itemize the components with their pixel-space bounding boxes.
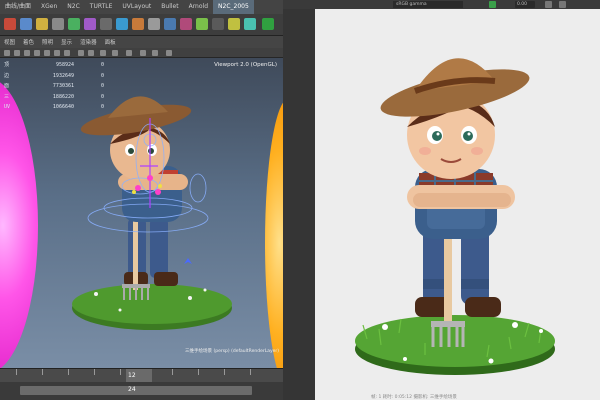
shadow-icon[interactable] [64,50,70,56]
app-window: 曲线/曲面 XGen N2C TURTLE UVLayout Bullet Ar… [0,0,600,400]
render-refresh-icon[interactable] [489,1,496,8]
shelf-tool-icon[interactable] [116,18,128,30]
resolution-gate-icon[interactable] [100,50,106,56]
3d-viewport[interactable]: 顶 958924 0 边 1932649 0 面 7730361 0 三 1886220 0 U… [0,58,283,368]
shelf-tool-icon[interactable] [164,18,176,30]
shelf-tab-uvlayout[interactable]: UVLayout [117,0,156,14]
menu-show[interactable]: 显示 [57,38,76,46]
xray-icon[interactable] [78,50,84,56]
menu-panels[interactable]: 面板 [101,38,120,46]
motion-blur-icon[interactable] [166,50,172,56]
shelf-tab-curves[interactable]: 曲线/曲面 [0,0,36,14]
camera-name-label: 三维手绘场景 (persp) (defaultRenderLayer) [185,349,279,354]
shelf-tool-icon[interactable] [196,18,208,30]
shelf-tab-bar: 曲线/曲面 XGen N2C TURTLE UVLayout Bullet Ar… [0,0,283,14]
shelf-tool-icon[interactable] [20,18,32,30]
shelf-tab-n2c[interactable]: N2C [62,0,85,14]
shelf-tool-icon[interactable] [180,18,192,30]
shelf-tool-icon[interactable] [4,18,16,30]
wireframe-icon[interactable] [24,50,30,56]
current-frame-marker[interactable]: 12 [126,369,152,383]
range-end-value: 24 [128,386,136,393]
shelf-tab-xgen[interactable]: XGen [36,0,62,14]
light-icon[interactable] [54,50,60,56]
shelf-tab-n2c-2005[interactable]: N2C_2005 [213,0,254,14]
shelf-tool-icon[interactable] [100,18,112,30]
shelf-tab-arnold[interactable]: Arnold [184,0,213,14]
rendered-farmer-boy [355,58,555,375]
maya-panel: 曲线/曲面 XGen N2C TURTLE UVLayout Bullet Ar… [0,0,283,400]
film-gate-icon[interactable] [112,50,118,56]
range-bar[interactable] [20,386,252,395]
shelf-tool-icon[interactable] [148,18,160,30]
shelf-tab-bullet[interactable]: Bullet [156,0,183,14]
aa-icon[interactable] [140,50,146,56]
isolate-icon[interactable] [88,50,94,56]
shelf-tool-icon[interactable] [84,18,96,30]
shelf-tool-icon[interactable] [228,18,240,30]
time-slider[interactable]: 12 [0,368,283,383]
ao-icon[interactable] [152,50,158,56]
rigged-farmer-character[interactable] [0,58,283,368]
hud-icon[interactable] [126,50,132,56]
viewport-toolbar [0,48,283,58]
shelf-tool-icon[interactable] [52,18,64,30]
snapshot-icon[interactable] [545,1,552,8]
shelf-icon-row [0,14,283,36]
rendered-image: 帧: 1 耗时: 0:05:12 摄影机: 三维手绘场景 [315,9,600,400]
menu-shading[interactable]: 着色 [19,38,38,46]
shelf-tool-icon[interactable] [68,18,80,30]
range-slider[interactable]: 24 [0,382,283,400]
menu-renderer[interactable]: 渲染器 [76,38,101,46]
shelf-tab-turtle[interactable]: TURTLE [85,0,118,14]
panel-separator [283,0,315,400]
shelf-tool-icon[interactable] [262,18,274,30]
smooth-shade-icon[interactable] [34,50,40,56]
render-info-caption: 帧: 1 耗时: 0:05:12 摄影机: 三维手绘场景 [371,395,457,400]
texture-icon[interactable] [44,50,50,56]
shelf-tool-icon[interactable] [36,18,48,30]
exposure-field[interactable]: 0.00 [515,1,535,8]
compare-icon[interactable] [559,1,566,8]
menu-view[interactable]: 视图 [0,38,19,46]
shelf-tool-icon[interactable] [132,18,144,30]
render-view-toolbar: sRGB gamma 0.00 [283,0,600,9]
shelf-tool-icon[interactable] [244,18,256,30]
shelf-tool-icon[interactable] [212,18,224,30]
grid-icon[interactable] [14,50,20,56]
camera-icon[interactable] [4,50,10,56]
viewport-menu-bar: 视图 着色 照明 显示 渲染器 面板 [0,36,283,48]
display-transform-field[interactable]: sRGB gamma [393,1,463,8]
menu-lighting[interactable]: 照明 [38,38,57,46]
